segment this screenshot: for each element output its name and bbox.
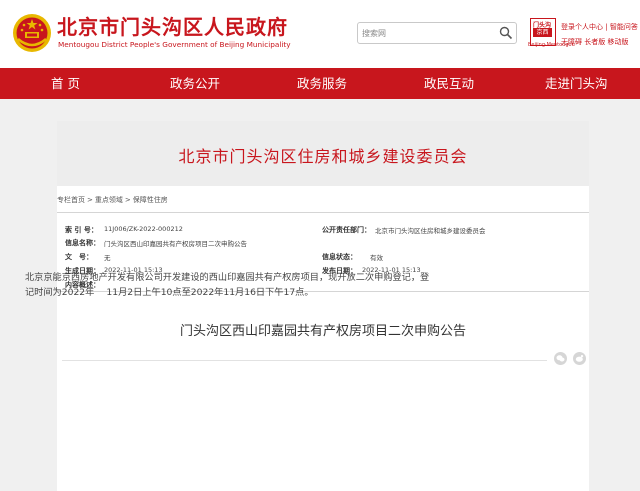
weibo-icon[interactable] <box>573 352 586 365</box>
login-link[interactable]: 登录个人中心 <box>561 23 603 31</box>
search-icon[interactable] <box>499 26 513 40</box>
doc-number-label: 文 号： <box>65 253 93 261</box>
article-paragraph-line2: 记时间为2022年 11月2日上午10点至2022年11月16日下午17点。 <box>25 287 314 298</box>
info-name-value: 门头沟区西山印嘉园共有产权房项目二次申购公告 <box>104 240 247 248</box>
wechat-icon[interactable] <box>554 352 567 365</box>
article-paragraph-line1: 北京京能京西房地产开发有限公司开发建设的西山印嘉园共有产权房项目，现开放二次申购… <box>25 272 430 283</box>
breadcrumb-item-key-areas[interactable]: 重点领域 <box>95 196 123 204</box>
mobile-version-link[interactable]: 移动版 <box>607 38 628 46</box>
main-nav: 首 页 政务公开 政务服务 政民互动 走进门头沟 <box>0 68 640 99</box>
nav-item-about[interactable]: 走进门头沟 <box>545 68 608 99</box>
info-name-label: 信息名称： <box>65 239 100 247</box>
smart-qa-link[interactable]: 智能问答 <box>610 23 638 31</box>
nav-item-interaction[interactable]: 政民互动 <box>424 68 474 99</box>
site-subtitle: Mentougou District People's Government o… <box>58 40 291 49</box>
elder-version-link[interactable]: 长者版 <box>584 38 605 46</box>
breadcrumb: 专栏首页 > 重点领域 > 保障性住房 <box>57 195 168 205</box>
site-title[interactable]: 北京市门头沟区人民政府 <box>57 11 288 40</box>
status-label: 信息状态： <box>322 253 357 261</box>
article-panel: 专栏首页 > 重点领域 > 保障性住房 索 引 号： 11J006/ZK-2022-00… <box>57 186 589 491</box>
article-title: 门头沟区西山印嘉园共有产权房项目二次申购公告 <box>179 324 466 339</box>
share-bar <box>57 344 589 374</box>
org-label: 公开责任部门： <box>322 226 371 234</box>
org-value: 北京市门头沟区住房和城乡建设委员会 <box>375 227 486 235</box>
site-header: 北京市门头沟区人民政府 Mentougou District People's … <box>0 0 640 68</box>
national-emblem-icon <box>13 14 51 52</box>
breadcrumb-item-column-home[interactable]: 专栏首页 <box>57 196 85 204</box>
index-label: 索 引 号： <box>65 226 98 234</box>
index-value: 11J006/ZK-2022-000212 <box>104 225 183 233</box>
breadcrumb-separator: > <box>87 196 93 204</box>
divider <box>62 360 547 361</box>
nav-item-gov-services[interactable]: 政务服务 <box>297 68 347 99</box>
department-banner: 北京市门头沟区住房和城乡建设委员会 <box>57 121 589 186</box>
doc-number-value: 无 <box>104 254 111 262</box>
search-box <box>357 22 517 44</box>
link-separator: | <box>605 23 608 31</box>
accessibility-link[interactable]: 无障碍 <box>561 38 582 46</box>
logo-mid-text: 京西 <box>533 28 552 37</box>
nav-item-home[interactable]: 首 页 <box>51 68 80 99</box>
nav-item-gov-affairs[interactable]: 政务公开 <box>170 68 220 99</box>
search-input[interactable] <box>362 25 482 41</box>
top-links-row2: 无障碍 长者版 移动版 <box>561 37 628 47</box>
article-body: 北京京能京西房地产开发有限公司开发建设的西山印嘉园共有产权房项目，现开放二次申购… <box>25 270 525 300</box>
breadcrumb-item-housing[interactable]: 保障性住房 <box>133 196 168 204</box>
top-links-row1: 登录个人中心 | 智能问答 <box>561 22 638 32</box>
breadcrumb-separator: > <box>124 196 131 204</box>
department-title: 北京市门头沟区住房和城乡建设委员会 <box>178 147 468 166</box>
status-value: 有效 <box>370 254 383 262</box>
